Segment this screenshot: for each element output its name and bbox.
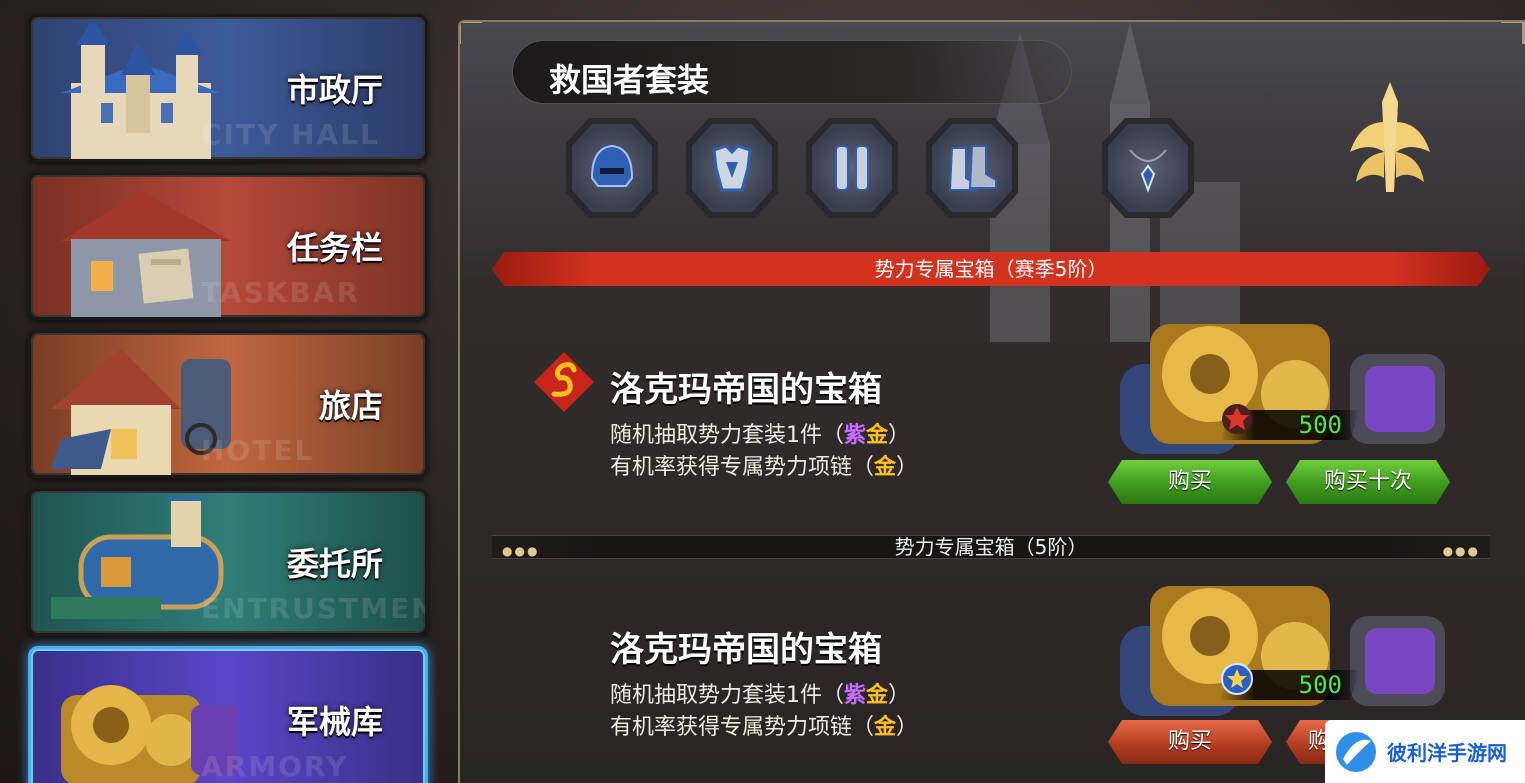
desc-text: 随机抽取势力套装1件（ xyxy=(610,683,844,708)
sidebar-item-label: 委托所 xyxy=(286,545,383,583)
desc-gold: 金 xyxy=(866,423,889,448)
chest-description: 随机抽取势力套装1件（紫金） 有机率获得专属势力项链（金） xyxy=(610,680,918,744)
sidebar-item-subtitle: HOTEL xyxy=(201,434,315,467)
panel-corner-ornament xyxy=(460,22,482,44)
sidebar-item-hotel[interactable]: HOTEL 旅店 xyxy=(28,330,428,478)
desc-text: ） xyxy=(896,715,919,740)
sidebar-item-armory[interactable]: ARMORY 军械库 xyxy=(28,646,428,783)
desc-gold: 金 xyxy=(874,715,897,740)
greaves-icon xyxy=(835,145,869,191)
sidebar-item-label: 任务栏 xyxy=(286,229,383,267)
desc-text: ） xyxy=(888,423,911,448)
sidebar-item-label: 市政厅 xyxy=(286,71,383,109)
faction-crest-icon xyxy=(1350,82,1430,192)
standard-chest-banner: ●●● 势力专属宝箱（5阶） ●●● xyxy=(492,535,1490,559)
set-title: 救国者套装 xyxy=(549,61,710,99)
chest-description-line: 随机抽取势力套装1件（紫金） xyxy=(610,680,918,712)
chest-description-line: 随机抽取势力套装1件（紫金） xyxy=(610,420,918,452)
sidebar-item-label: 旅店 xyxy=(318,387,383,425)
price-value: 500 xyxy=(1298,411,1342,439)
sidebar-item-city-hall[interactable]: CITY HALL 市政厅 xyxy=(28,14,428,162)
armor-icon xyxy=(712,144,752,192)
season-chest-banner: 势力专属宝箱（赛季5阶） xyxy=(492,252,1490,286)
buy-button[interactable]: 购买 xyxy=(1108,720,1272,764)
buy-ten-button[interactable]: 购买十次 xyxy=(1286,460,1450,504)
sidebar-item-subtitle: ENTRUSTMENT xyxy=(201,592,425,625)
desc-text: 有机率获得专属势力项链（ xyxy=(610,715,875,740)
desc-text: 有机率获得专属势力项链（ xyxy=(610,455,875,480)
gear-slot-greaves[interactable] xyxy=(806,118,898,218)
panel-corner-ornament xyxy=(1501,22,1525,44)
sidebar: CITY HALL 市政厅 TASKBAR 任务栏 HOTEL 旅店 ENTRU… xyxy=(0,0,440,783)
sidebar-item-taskbar[interactable]: TASKBAR 任务栏 xyxy=(28,172,428,320)
chest-description-line: 有机率获得专属势力项链（金） xyxy=(610,452,918,484)
helmet-icon xyxy=(590,144,634,187)
sidebar-item-subtitle: CITY HALL xyxy=(201,118,380,151)
desc-text: ） xyxy=(888,683,911,708)
chest-title: 洛克玛帝国的宝箱 xyxy=(610,370,882,410)
price-value: 500 xyxy=(1298,671,1342,699)
desc-text: ） xyxy=(896,455,919,480)
blue-medal-currency-icon xyxy=(1221,663,1253,695)
sidebar-item-entrustment[interactable]: ENTRUSTMENT 委托所 xyxy=(28,488,428,636)
chest-description: 随机抽取势力套装1件（紫金） 有机率获得专属势力项链（金） xyxy=(610,420,918,484)
gear-slot-boots[interactable] xyxy=(926,118,1018,218)
gear-slot-necklace[interactable] xyxy=(1102,118,1194,218)
necklace-icon xyxy=(1129,149,1167,193)
chest-description-line: 有机率获得专属势力项链（金） xyxy=(610,712,918,744)
banner-dots-ornament: ●●● xyxy=(502,544,540,558)
watermark-text: 彼利洋手游网 xyxy=(1387,741,1507,765)
buy-button[interactable]: 购买 xyxy=(1108,460,1272,504)
sidebar-item-subtitle: ARMORY xyxy=(201,750,349,783)
banner-text: 势力专属宝箱（5阶） xyxy=(894,535,1088,559)
red-gem-currency-icon xyxy=(1222,404,1252,434)
sidebar-item-subtitle: TASKBAR xyxy=(201,276,361,309)
chest-title: 洛克玛帝国的宝箱 xyxy=(610,630,882,670)
watermark-logo-icon xyxy=(1336,731,1376,772)
watermark: 彼利洋手游网 xyxy=(1325,720,1525,783)
desc-text: 随机抽取势力套装1件（ xyxy=(610,423,844,448)
faction-snake-icon xyxy=(534,352,594,412)
desc-purple: 紫 xyxy=(844,683,867,708)
desc-gold: 金 xyxy=(866,683,889,708)
desc-gold: 金 xyxy=(874,455,897,480)
shop-panel: 救国者套装 势力专属宝箱（赛季5阶） 洛克玛帝国的宝箱 随机抽取势力套装1件（紫… xyxy=(458,20,1525,783)
gear-slot-helmet[interactable] xyxy=(566,118,658,218)
boots-icon xyxy=(948,145,997,191)
sidebar-item-label: 军械库 xyxy=(286,703,383,741)
set-title-bar: 救国者套装 xyxy=(512,40,1072,104)
gear-slot-armor[interactable] xyxy=(686,118,778,218)
desc-purple: 紫 xyxy=(844,423,867,448)
banner-dots-ornament: ●●● xyxy=(1442,544,1480,558)
